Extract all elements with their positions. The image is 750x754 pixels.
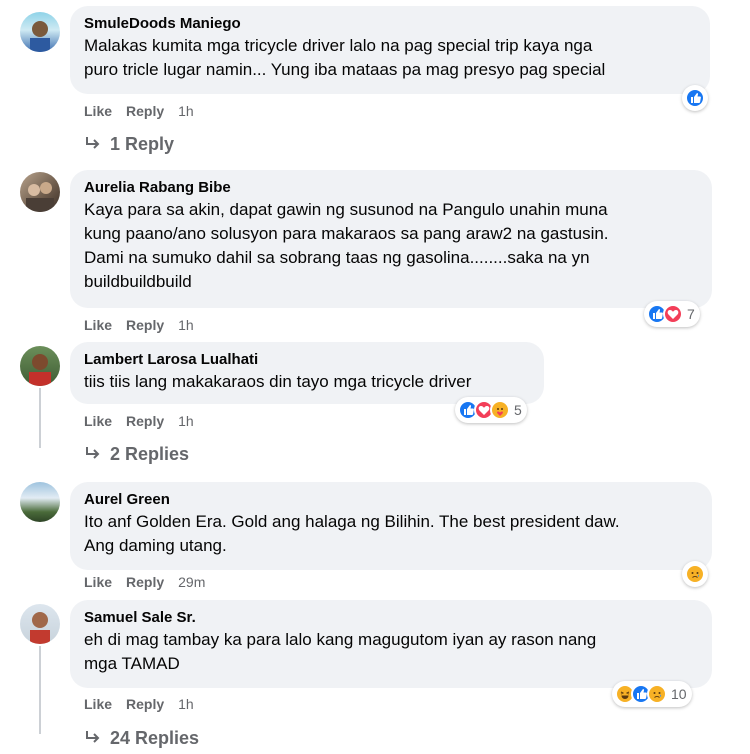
reply-button[interactable]: Reply [126, 316, 164, 334]
love-reaction-icon [663, 304, 683, 324]
reply-arrow-icon [86, 447, 100, 459]
like-button[interactable]: Like [84, 573, 112, 591]
comment-text-line: kung paano/ano solusyon para makaraos sa… [84, 224, 609, 243]
comment-text-line: mga TAMAD [84, 654, 180, 673]
reply-button[interactable]: Reply [126, 695, 164, 713]
reaction-summary[interactable]: 7 [644, 301, 700, 327]
reply-arrow-icon [86, 731, 100, 743]
comment-text-line: buildbuildbuild [84, 272, 192, 291]
thread-line [39, 646, 41, 734]
sad-reaction-icon [647, 684, 667, 704]
like-button[interactable]: Like [84, 695, 112, 713]
comment-text-line: Ito anf Golden Era. Gold ang halaga ng B… [84, 512, 620, 531]
comment-bubble: Lambert Larosa Lualhati tiis tiis lang m… [70, 342, 544, 404]
avatar[interactable] [20, 604, 60, 644]
reply-button[interactable]: Reply [126, 102, 164, 120]
comment-author[interactable]: SmuleDoods Maniego [84, 14, 696, 34]
comment-actions: Like Reply 1h [84, 316, 194, 334]
comment-text-line: Dami na sumuko dahil sa sobrang taas ng … [84, 248, 590, 267]
like-button[interactable]: Like [84, 412, 112, 430]
comment-timestamp[interactable]: 1h [178, 695, 194, 713]
reaction-summary[interactable] [682, 85, 708, 111]
comment-timestamp[interactable]: 1h [178, 412, 194, 430]
comment-text-line: Ang daming utang. [84, 536, 227, 555]
reply-arrow-icon [86, 137, 100, 149]
like-reaction-icon [685, 88, 705, 108]
comment-bubble: SmuleDoods Maniego Malakas kumita mga tr… [70, 6, 710, 94]
comment-actions: Like Reply 29m [84, 573, 205, 591]
reaction-count: 5 [514, 402, 522, 418]
comment-actions: Like Reply 1h [84, 412, 194, 430]
care-reaction-icon [490, 400, 510, 420]
comment-text-line: Kaya para sa akin, dapat gawin ng susuno… [84, 200, 608, 219]
comment-author[interactable]: Aurelia Rabang Bibe [84, 178, 698, 198]
replies-count-label[interactable]: 1 Reply [110, 133, 174, 155]
reaction-summary[interactable]: 5 [455, 397, 527, 423]
reply-button[interactable]: Reply [126, 573, 164, 591]
replies-count-label[interactable]: 2 Replies [110, 443, 189, 465]
comment-author[interactable]: Samuel Sale Sr. [84, 608, 698, 628]
reaction-summary[interactable]: 10 [612, 681, 692, 707]
reaction-count: 7 [687, 306, 695, 322]
reaction-summary[interactable] [682, 561, 708, 587]
comment-timestamp[interactable]: 29m [178, 573, 205, 591]
view-replies-link[interactable]: 1 Reply [84, 133, 174, 155]
thread-line [39, 388, 41, 448]
comment-timestamp[interactable]: 1h [178, 102, 194, 120]
view-replies-link[interactable]: 24 Replies [84, 727, 199, 749]
avatar[interactable] [20, 12, 60, 52]
sad-reaction-icon [685, 564, 705, 584]
comment-bubble: Samuel Sale Sr. eh di mag tambay ka para… [70, 600, 712, 688]
comment-text-line: puro tricle lugar namin... Yung iba mata… [84, 60, 606, 79]
reply-button[interactable]: Reply [126, 412, 164, 430]
replies-count-label[interactable]: 24 Replies [110, 727, 199, 749]
comment-text-line: eh di mag tambay ka para lalo kang magug… [84, 630, 597, 649]
avatar[interactable] [20, 346, 60, 386]
like-button[interactable]: Like [84, 102, 112, 120]
view-replies-link[interactable]: 2 Replies [84, 443, 189, 465]
comment-text-line: tiis tiis lang makakaraos din tayo mga t… [84, 372, 472, 391]
comment-author[interactable]: Lambert Larosa Lualhati [84, 350, 530, 370]
comment-bubble: Aurelia Rabang Bibe Kaya para sa akin, d… [70, 170, 712, 308]
comment-bubble: Aurel Green Ito anf Golden Era. Gold ang… [70, 482, 712, 570]
comment-actions: Like Reply 1h [84, 695, 194, 713]
avatar[interactable] [20, 482, 60, 522]
comment-author[interactable]: Aurel Green [84, 490, 698, 510]
comment-text-line: Malakas kumita mga tricycle driver lalo … [84, 36, 593, 55]
comment-timestamp[interactable]: 1h [178, 316, 194, 334]
like-button[interactable]: Like [84, 316, 112, 334]
avatar[interactable] [20, 172, 60, 212]
comment-actions: Like Reply 1h [84, 102, 194, 120]
reaction-count: 10 [671, 686, 687, 702]
